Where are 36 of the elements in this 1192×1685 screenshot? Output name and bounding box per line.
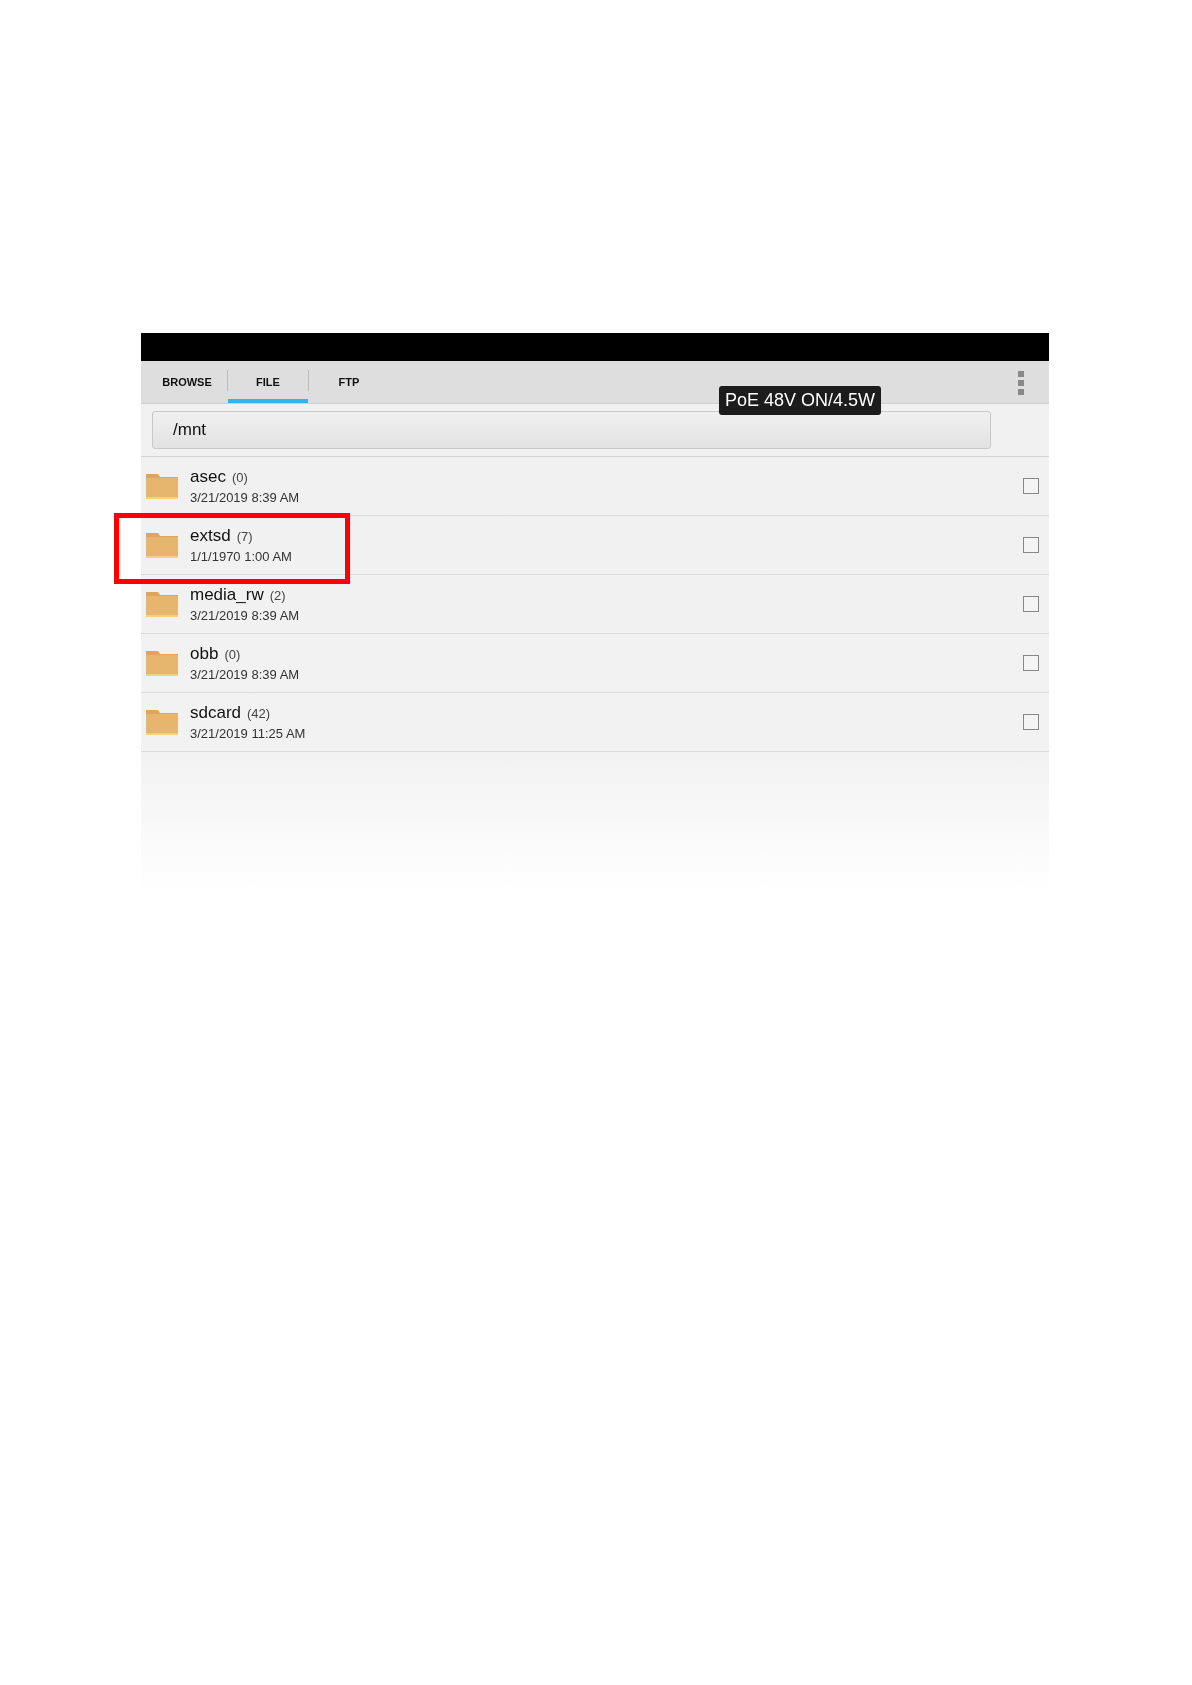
folder-icon xyxy=(146,473,178,499)
item-count: (0) xyxy=(224,647,241,662)
modified-date: 3/21/2019 8:39 AM xyxy=(190,667,301,682)
folder-icon xyxy=(146,709,178,735)
item-count: (0) xyxy=(231,470,248,485)
folder-icon xyxy=(146,591,178,617)
folder-name[interactable]: sdcard xyxy=(190,703,242,723)
tooltip: PoE 48V ON/4.5W xyxy=(719,386,882,415)
checkbox[interactable] xyxy=(1023,655,1039,671)
modified-date: 1/1/1970 1:00 AM xyxy=(190,549,293,564)
file-row[interactable]: media_rw (2) 3/21/2019 8:39 AM xyxy=(141,575,1049,634)
file-row[interactable]: sdcard (42) 3/21/2019 11:25 AM xyxy=(141,693,1049,752)
folder-name[interactable]: extsd xyxy=(190,526,231,546)
tab[interactable]: FTP xyxy=(309,361,389,403)
folder-name[interactable]: asec xyxy=(190,467,226,487)
modified-date: 3/21/2019 8:39 AM xyxy=(190,490,301,505)
modified-date: 3/21/2019 11:25 AM xyxy=(190,726,307,741)
path-field[interactable]: /mnt xyxy=(152,411,991,449)
checkbox[interactable] xyxy=(1023,714,1039,730)
item-count: (7) xyxy=(236,529,253,544)
file-row[interactable]: obb (0) 3/21/2019 8:39 AM xyxy=(141,634,1049,693)
file-row[interactable]: asec (0) 3/21/2019 8:39 AM xyxy=(141,457,1049,516)
menu-icon[interactable] xyxy=(1017,371,1025,395)
file-row[interactable]: extsd (7) 1/1/1970 1:00 AM xyxy=(141,516,1049,575)
tab[interactable]: FILE xyxy=(228,361,308,403)
modified-date: 3/21/2019 8:39 AM xyxy=(190,608,301,623)
folder-name[interactable]: obb xyxy=(190,644,219,664)
checkbox[interactable] xyxy=(1023,478,1039,494)
checkbox[interactable] xyxy=(1023,537,1039,553)
item-count: (2) xyxy=(269,588,286,603)
folder-icon xyxy=(146,650,178,676)
folder-icon xyxy=(146,532,178,558)
tab[interactable]: BROWSE xyxy=(147,361,227,403)
item-count: (42) xyxy=(247,706,271,721)
folder-name[interactable]: media_rw xyxy=(190,585,264,605)
checkbox[interactable] xyxy=(1023,596,1039,612)
